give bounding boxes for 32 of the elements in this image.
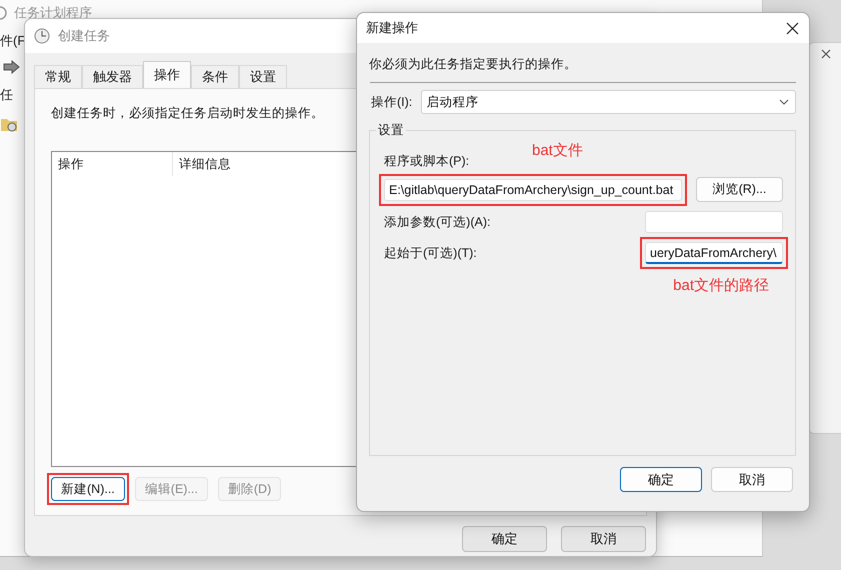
column-header[interactable]: 操作 — [52, 152, 173, 176]
tab[interactable]: 条件 — [191, 65, 239, 88]
browse-button[interactable]: 浏览(R)... — [696, 177, 783, 202]
cancel-button[interactable]: 取消 — [711, 467, 793, 492]
annotation-text: bat文件 — [532, 141, 583, 160]
tab[interactable]: 操作 — [143, 61, 191, 88]
tab[interactable]: 触发器 — [82, 65, 143, 88]
action-dropdown[interactable]: 启动程序 — [421, 90, 796, 114]
input-field[interactable]: ueryDataFromArchery\ — [645, 242, 783, 264]
close-icon[interactable] — [786, 22, 799, 34]
tab[interactable]: 常规 — [34, 65, 82, 88]
ok-button[interactable]: 确定 — [620, 467, 702, 492]
window-title: 任务计划程序 — [14, 4, 92, 22]
clock-icon — [0, 6, 8, 20]
cancel-button[interactable]: 取消 — [561, 526, 646, 552]
clock-icon — [34, 28, 50, 44]
tab[interactable]: 设置 — [239, 65, 287, 88]
input-field[interactable] — [645, 211, 783, 233]
instruction-text: 你必须为此任务指定要执行的操作。 — [369, 56, 578, 73]
field-label: 起始于(可选)(T): — [384, 244, 477, 262]
chevron-icon — [779, 99, 789, 105]
field-label: 操作(I): — [371, 94, 412, 110]
window-title: 创建任务 — [58, 27, 110, 45]
ok-button[interactable]: 确定 — [462, 526, 547, 552]
field-label: 添加参数(可选)(A): — [384, 214, 490, 230]
description-text: 创建任务时，必须指定任务启动时发生的操作。 — [51, 105, 324, 122]
close-icon[interactable] — [821, 49, 831, 59]
window-title: 新建操作 — [366, 19, 418, 37]
annotation-text: bat文件的路径 — [673, 276, 769, 295]
program-field[interactable]: E:\gitlab\queryDataFromArchery\sign_up_count.bat — [384, 178, 682, 200]
field-label: 程序或脚本(P): — [384, 153, 470, 170]
folder-icon[interactable] — [0, 116, 18, 132]
